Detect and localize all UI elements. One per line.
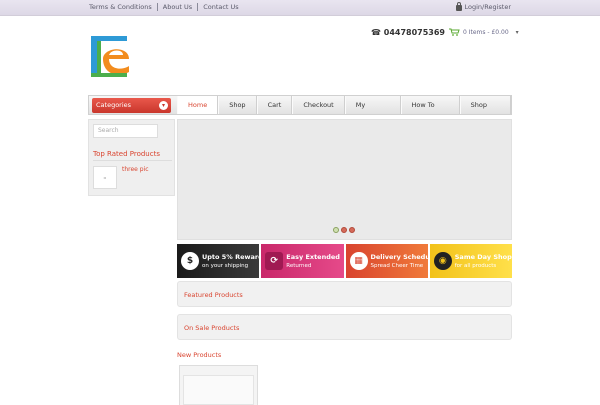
promo-subtitle: Returned: [286, 263, 312, 269]
menu-item-shop-blog[interactable]: Shop Blog: [459, 96, 511, 127]
featured-products-section: Featured Products: [177, 281, 512, 307]
phone-number: ☎ 04478075369: [371, 28, 445, 37]
menu-item-home[interactable]: Home: [177, 96, 219, 114]
cart-summary: 0 Items - £0.00: [463, 28, 509, 36]
promo-title: Same Day Shopping: [454, 253, 512, 261]
menu-item-cart[interactable]: Cart: [256, 96, 293, 114]
promo-banner-same-day[interactable]: ◉ Same Day Shopping for all products: [429, 244, 512, 278]
section-title: Featured Products: [184, 291, 243, 299]
menu-item-my-account[interactable]: My Account: [344, 96, 401, 127]
slider-dots: [333, 227, 355, 233]
promo-title: Delivery Schedule: [370, 253, 428, 261]
new-products-title: New Products: [177, 351, 222, 359]
mini-cart[interactable]: 0 Items - £0.00 ▾: [449, 28, 519, 36]
cart-icon: [449, 28, 460, 36]
categories-button[interactable]: Categories ▾: [92, 98, 171, 113]
refresh-icon: ⟳: [265, 252, 284, 270]
promo-subtitle: on your shipping: [202, 263, 249, 269]
slider-dot[interactable]: [341, 227, 347, 233]
promo-subtitle: Spread Cheer Time: [370, 263, 424, 269]
promo-banner-returns[interactable]: ⟳ Easy Extended Returned: [261, 244, 344, 278]
promo-banners: $ Upto 5% Reward on your shipping ⟳ Easy…: [177, 244, 512, 278]
product-card[interactable]: [179, 365, 258, 405]
contact-link[interactable]: Contact Us: [197, 3, 244, 11]
product-link[interactable]: three pic: [122, 166, 149, 173]
slider-dot[interactable]: [333, 227, 339, 233]
menu-items: Home Shop Cart Checkout My Account How T…: [177, 96, 511, 127]
menu-item-shop[interactable]: Shop: [218, 96, 257, 114]
sidebar: Search Top Rated Products ▫ three pic: [88, 119, 175, 196]
calendar-icon: ▦: [349, 252, 368, 270]
dollar-icon: $: [181, 252, 199, 270]
product-thumbnail[interactable]: ▫: [93, 166, 117, 189]
about-link[interactable]: About Us: [156, 3, 197, 11]
gift-icon: ◉: [433, 252, 452, 270]
top-bar: Terms & Conditions About Us Contact Us L…: [0, 0, 600, 16]
terms-link[interactable]: Terms & Conditions: [89, 3, 157, 11]
menu-item-how-to-shop[interactable]: How To Shop: [400, 96, 460, 127]
lock-icon: [455, 2, 462, 11]
hero-slider[interactable]: [177, 119, 512, 240]
slider-dot[interactable]: [349, 227, 355, 233]
menu-item-checkout[interactable]: Checkout: [292, 96, 345, 114]
promo-title: Upto 5% Reward: [202, 253, 260, 261]
divider: [93, 160, 172, 161]
promo-subtitle: for all products: [454, 263, 497, 269]
login-label: Login/Register: [464, 3, 512, 11]
on-sale-products-section: On Sale Products: [177, 314, 512, 340]
main-navigation: Categories ▾ Home Shop Cart Checkout My …: [88, 95, 512, 127]
promo-banner-reward[interactable]: $ Upto 5% Reward on your shipping: [177, 244, 260, 278]
chevron-down-icon[interactable]: ▾: [516, 29, 519, 36]
site-logo[interactable]: [89, 33, 135, 80]
section-title: On Sale Products: [184, 324, 240, 332]
promo-title: Easy Extended: [286, 253, 340, 261]
search-input[interactable]: Search: [93, 124, 158, 138]
top-links: Terms & Conditions About Us Contact Us: [89, 3, 244, 11]
chevron-down-icon: ▾: [159, 101, 168, 110]
promo-banner-delivery[interactable]: ▦ Delivery Schedule Spread Cheer Time: [345, 244, 428, 278]
login-register-link[interactable]: Login/Register: [455, 2, 512, 11]
categories-label: Categories: [96, 101, 132, 109]
product-image[interactable]: [183, 375, 254, 405]
top-rated-title: Top Rated Products: [93, 150, 160, 158]
